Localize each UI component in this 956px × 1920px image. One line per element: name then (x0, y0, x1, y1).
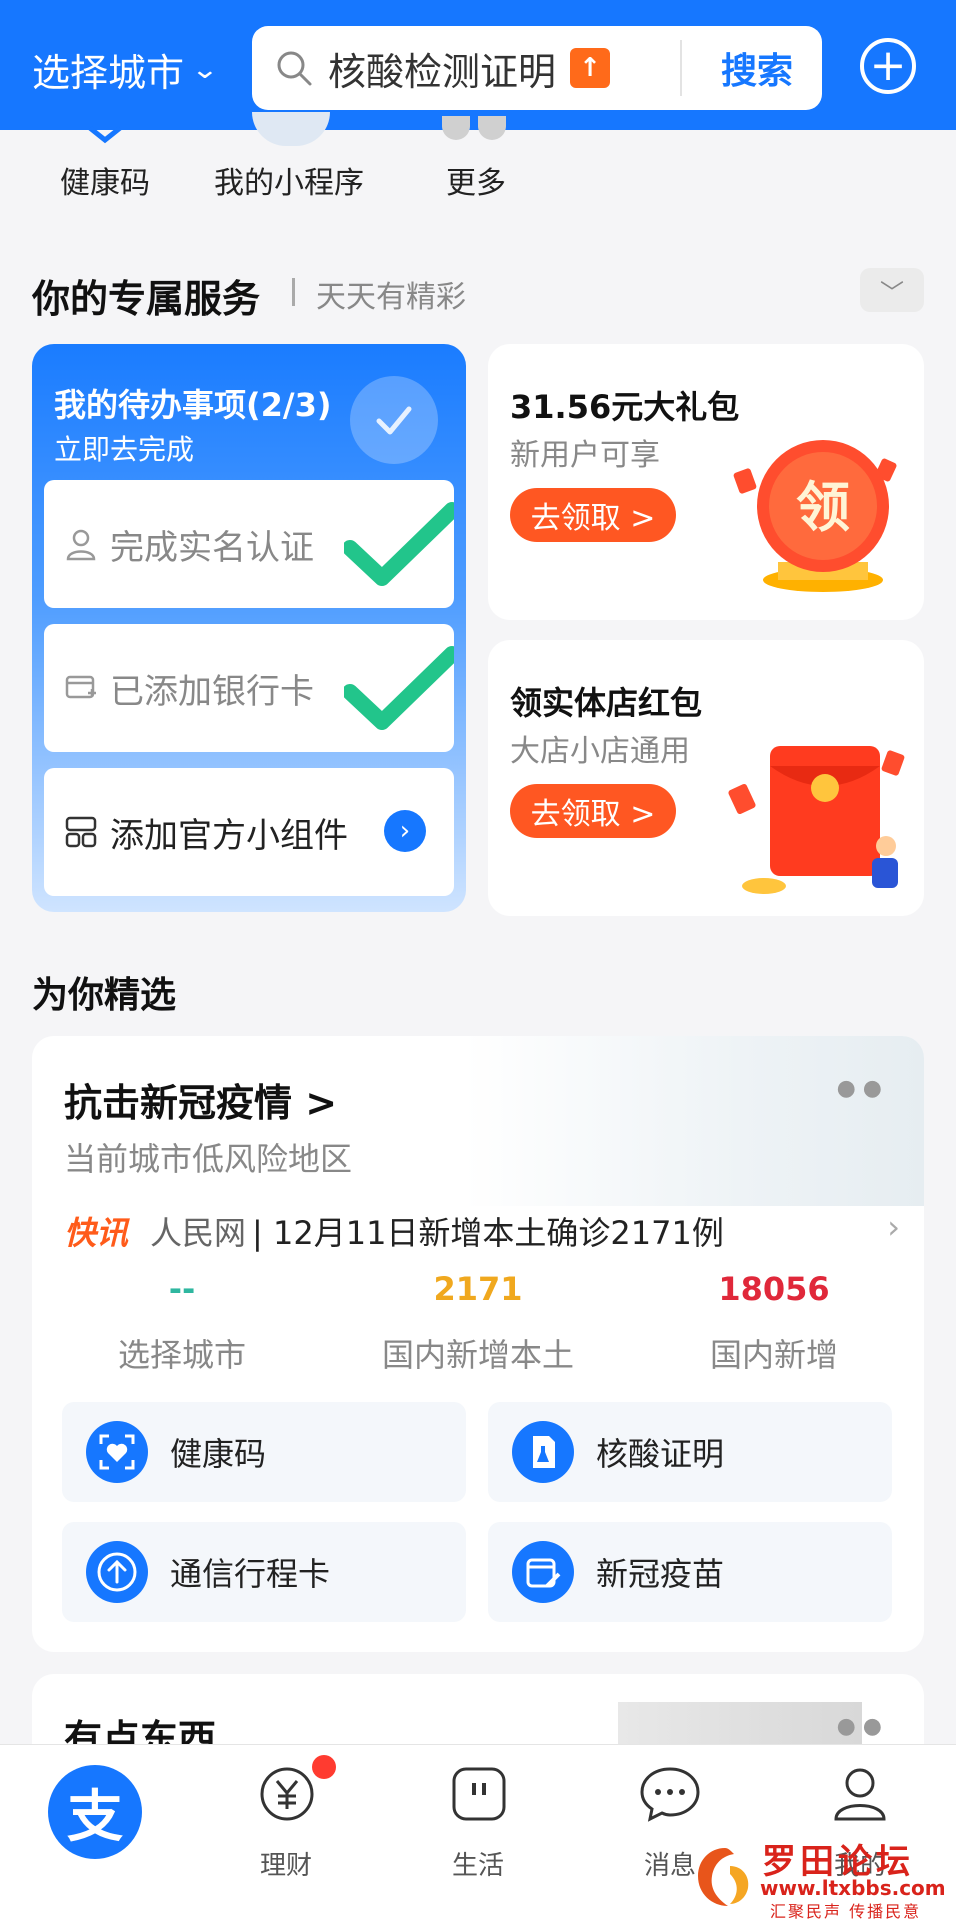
service-nucleic-test[interactable]: 核酸证明 (488, 1402, 892, 1502)
news-ticker[interactable]: 快讯 人民网 | 12月11日新增本土确诊2171例 (64, 1208, 724, 1254)
user-icon (66, 529, 96, 561)
claim-coin-label: 领 (796, 476, 850, 539)
chevron-right-icon[interactable]: › (384, 810, 426, 852)
search-icon (277, 51, 312, 86)
news-headline: | 12月11日新增本土确诊2171例 (252, 1214, 724, 1252)
more-options-icon[interactable]: ● ● (837, 1714, 882, 1739)
search-button[interactable]: 搜索 (692, 26, 822, 110)
life-icon (452, 1767, 506, 1821)
checkmark-badge-icon (350, 376, 438, 464)
service-vaccine[interactable]: 新冠疫苗 (488, 1522, 892, 1622)
watermark-slogan: 汇聚民声 传播民意 (770, 1902, 922, 1920)
quick-app-health-code[interactable]: 健康码 (60, 158, 150, 202)
tab-label: 生活 (451, 1851, 504, 1881)
todo-item-label: 添加官方小组件 (110, 815, 348, 856)
featured-section-title: 为你精选 (32, 975, 177, 1016)
promo-title: 领实体店红包 (510, 684, 703, 722)
service-label: 新冠疫苗 (596, 1555, 725, 1593)
todo-card[interactable]: 我的待办事项(2/3) 立即去完成 完成实名认证 已添加银行卡 添加官方小组件 … (32, 344, 466, 912)
mini-program-icon (252, 112, 330, 146)
todo-item-bankcard[interactable]: 已添加银行卡 (44, 624, 454, 752)
todo-item-label: 已添加银行卡 (110, 671, 314, 712)
promo-subtitle: 新用户可享 (510, 438, 660, 473)
chevron-down-icon: ⌄ (190, 54, 220, 85)
search-divider (680, 40, 682, 96)
todo-item-label: 完成实名认证 (110, 527, 314, 568)
city-selector-label: 选择城市 (32, 51, 185, 95)
tab-label: 理财 (259, 1851, 312, 1881)
notification-dot (312, 1755, 336, 1779)
add-icon[interactable]: + (860, 38, 916, 94)
trending-up-icon: ↑ (570, 48, 611, 88)
bank-card-icon (65, 675, 96, 699)
service-label: 通信行程卡 (170, 1555, 331, 1593)
promo-subtitle: 大店小店通用 (510, 734, 690, 769)
stat-value: 2171 (433, 1270, 523, 1308)
stat-value: 18056 (718, 1270, 830, 1308)
claim-coin-icon: 领 (733, 440, 897, 592)
covid-title[interactable]: 抗击新冠疫情 > (64, 1072, 337, 1127)
watermark-logo-icon (698, 1848, 749, 1906)
health-code-icon (71, 118, 139, 144)
stat-value: -- (168, 1270, 196, 1308)
service-label: 健康码 (170, 1435, 267, 1473)
section-divider (292, 278, 295, 306)
stat-domestic-local[interactable]: 2171 国内新增本土 (328, 1270, 628, 1376)
news-source: 人民网 (150, 1214, 247, 1252)
covid-banner-image (464, 1036, 924, 1206)
collapse-toggle[interactable]: ﹀ (860, 268, 924, 312)
wealth-icon (260, 1767, 314, 1821)
tab-wealth[interactable]: 理财 (206, 1745, 366, 1920)
more-options-icon[interactable]: ● ● (837, 1076, 882, 1101)
news-tag: 快讯 (64, 1214, 129, 1252)
vaccine-icon (512, 1541, 574, 1603)
service-label: 核酸证明 (596, 1435, 725, 1473)
checkmark-icon (344, 646, 454, 730)
top-header: 选择城市 ⌄ 核酸检测证明 ↑ 搜索 + (0, 0, 956, 130)
quick-app-my-mini-programs[interactable]: 我的小程序 (214, 158, 364, 202)
health-code-icon (86, 1421, 148, 1483)
alipay-home-icon[interactable]: 支 (48, 1765, 142, 1859)
stat-label: 国内新增本土 (381, 1336, 574, 1374)
covid-risk-status: 当前城市低风险地区 (64, 1140, 353, 1178)
profile-icon (834, 1768, 886, 1821)
city-selector[interactable]: 选择城市 ⌄ (32, 42, 220, 97)
travel-card-icon (86, 1541, 148, 1603)
stat-label: 国内新增 (709, 1336, 838, 1374)
search-bar[interactable]: 核酸检测证明 ↑ 搜索 (252, 26, 822, 110)
service-travel-card[interactable]: 通信行程卡 (62, 1522, 466, 1622)
red-envelope-icon (728, 746, 905, 894)
claim-button[interactable]: 去领取 > (510, 488, 676, 542)
more-icon (442, 116, 512, 142)
todo-item-realname[interactable]: 完成实名认证 (44, 480, 454, 608)
quick-app-more[interactable]: 更多 (446, 158, 506, 202)
promo-store-redpacket-card[interactable]: 领实体店红包 大店小店通用 去领取 > (488, 640, 924, 916)
nucleic-test-icon (512, 1421, 574, 1483)
services-section-title: 你的专属服务 (32, 277, 261, 321)
covid-card[interactable]: 抗击新冠疫情 > 当前城市低风险地区 ● ● 快讯 人民网 | 12月11日新增… (32, 1036, 924, 1652)
watermark-url: www.ltxbbs.com (760, 1876, 946, 1900)
widget-grid-icon (65, 816, 97, 848)
claim-button[interactable]: 去领取 > (510, 784, 676, 838)
stat-domestic-total[interactable]: 18056 国内新增 (624, 1270, 924, 1376)
checkmark-icon (344, 502, 454, 586)
message-icon (640, 1767, 700, 1822)
chevron-right-icon[interactable]: › (887, 1208, 900, 1246)
forum-watermark: 罗田论坛 www.ltxbbs.com 汇聚民声 传播民意 (690, 1834, 950, 1920)
service-health-code[interactable]: 健康码 (62, 1402, 466, 1502)
promo-title: 31.56元大礼包 (510, 388, 740, 426)
stat-city[interactable]: -- 选择城市 (32, 1270, 332, 1376)
tab-life[interactable]: 生活 (398, 1745, 558, 1920)
chevron-down-icon: ﹀ (880, 278, 904, 307)
services-section-subtitle: 天天有精彩 (316, 280, 466, 315)
search-input[interactable]: 核酸检测证明 (328, 41, 556, 96)
todo-subtitle: 立即去完成 (54, 433, 195, 466)
stat-label: 选择城市 (117, 1336, 246, 1374)
todo-item-widget[interactable]: 添加官方小组件 › (44, 768, 454, 896)
promo-gift-pack-card[interactable]: 31.56元大礼包 新用户可享 去领取 > 领 (488, 344, 924, 620)
todo-title: 我的待办事项(2/3) (54, 386, 332, 424)
